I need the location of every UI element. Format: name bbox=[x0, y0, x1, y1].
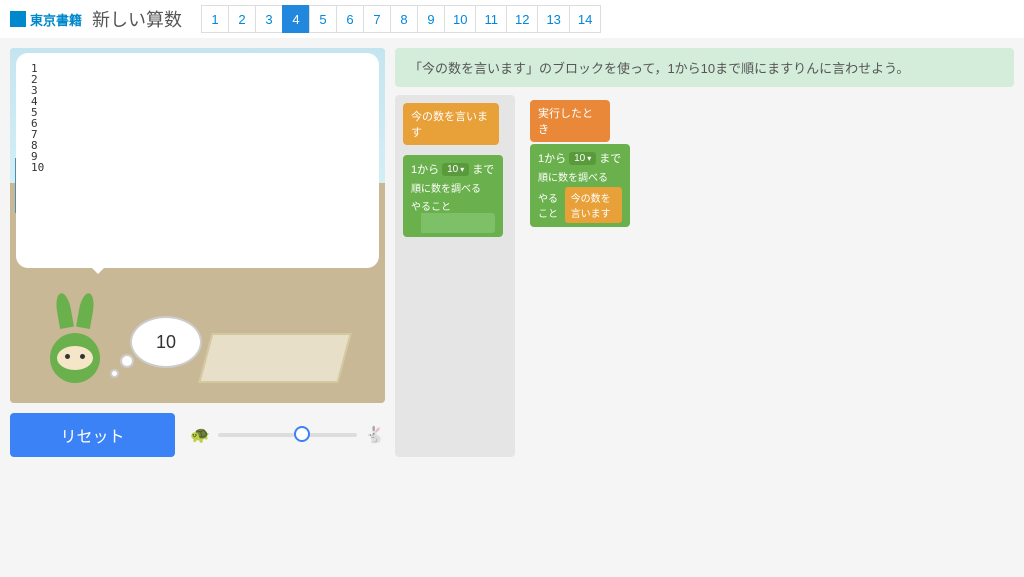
page-button-1[interactable]: 1 bbox=[201, 5, 229, 33]
workspace: 今の数を言います 1から 10 まで 順に数を調べる やること 実行したとき bbox=[395, 95, 1014, 457]
logo-icon bbox=[10, 11, 26, 27]
page-button-13[interactable]: 13 bbox=[537, 5, 569, 33]
main-area: 1 2 3 4 5 6 7 8 9 10 10 リセット 🐢 🐇 bbox=[0, 38, 1024, 467]
rabbit-icon: 🐇 bbox=[365, 425, 385, 445]
header-bar: 東京書籍 新しい算数 1234567891011121314 bbox=[0, 0, 1024, 38]
page-button-3[interactable]: 3 bbox=[255, 5, 283, 33]
loop-count-dropdown[interactable]: 10 bbox=[442, 163, 469, 176]
loop-count-dropdown-instance[interactable]: 10 bbox=[569, 152, 596, 165]
page-button-8[interactable]: 8 bbox=[390, 5, 418, 33]
page-button-9[interactable]: 9 bbox=[417, 5, 445, 33]
block-say-number[interactable]: 今の数を言います bbox=[403, 103, 499, 145]
speed-slider[interactable]: 🐢 🐇 bbox=[190, 425, 385, 445]
thought-bubble: 10 bbox=[130, 316, 202, 368]
block-loop-instance[interactable]: 1から 10 まで 順に数を調べる やること 今の数を言います bbox=[530, 144, 630, 227]
loop-slot[interactable] bbox=[411, 213, 495, 233]
block-toolbox: 今の数を言います 1から 10 まで 順に数を調べる やること bbox=[395, 95, 515, 457]
sandbox-prop bbox=[198, 333, 351, 383]
page-button-14[interactable]: 14 bbox=[569, 5, 601, 33]
publisher-logo: 東京書籍 bbox=[10, 10, 82, 29]
block-on-execute[interactable]: 実行したとき bbox=[530, 100, 610, 142]
block-loop[interactable]: 1から 10 まで 順に数を調べる やること bbox=[403, 155, 503, 237]
publisher-name: 東京書籍 bbox=[30, 10, 82, 29]
block-canvas[interactable]: 実行したとき 1から 10 まで 順に数を調べる やること 今の数を言います bbox=[525, 95, 1014, 457]
stage: 1 2 3 4 5 6 7 8 9 10 10 bbox=[10, 48, 385, 403]
page-button-7[interactable]: 7 bbox=[363, 5, 391, 33]
slider-thumb[interactable] bbox=[294, 426, 310, 442]
right-panel: 「今の数を言います」のブロックを使って，1から10まで順にますりんに言わせよう。… bbox=[395, 48, 1014, 457]
turtle-icon: 🐢 bbox=[190, 425, 210, 445]
page-button-2[interactable]: 2 bbox=[228, 5, 256, 33]
speech-balloon: 1 2 3 4 5 6 7 8 9 10 bbox=[16, 53, 379, 268]
reset-button[interactable]: リセット bbox=[10, 413, 175, 457]
program-stack[interactable]: 実行したとき 1から 10 まで 順に数を調べる やること 今の数を言います bbox=[530, 100, 630, 229]
nested-say-block[interactable]: 今の数を言います bbox=[565, 187, 622, 223]
instruction-banner: 「今の数を言います」のブロックを使って，1から10まで順にますりんに言わせよう。 bbox=[395, 48, 1014, 87]
page-button-5[interactable]: 5 bbox=[309, 5, 337, 33]
character-masurin bbox=[45, 298, 105, 388]
page-button-11[interactable]: 11 bbox=[475, 5, 507, 33]
page-button-6[interactable]: 6 bbox=[336, 5, 364, 33]
thought-value: 10 bbox=[156, 332, 176, 353]
page-button-12[interactable]: 12 bbox=[506, 5, 538, 33]
page-title: 新しい算数 bbox=[92, 6, 182, 32]
page-button-10[interactable]: 10 bbox=[444, 5, 476, 33]
left-panel: 1 2 3 4 5 6 7 8 9 10 10 リセット 🐢 🐇 bbox=[10, 48, 385, 457]
pagination: 1234567891011121314 bbox=[202, 5, 601, 33]
page-button-4[interactable]: 4 bbox=[282, 5, 310, 33]
stage-controls: リセット 🐢 🐇 bbox=[10, 413, 385, 457]
slider-track[interactable] bbox=[218, 433, 357, 437]
